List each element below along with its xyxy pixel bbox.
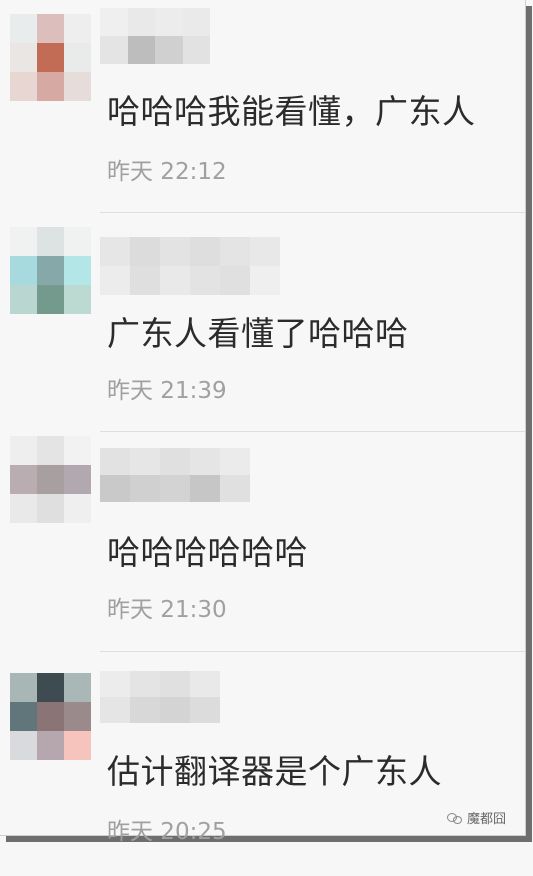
username[interactable] — [100, 8, 210, 64]
comment-time: 昨天 22:12 — [107, 159, 227, 185]
divider — [100, 431, 525, 432]
comment-text: 哈哈哈哈哈哈 — [107, 533, 308, 572]
username[interactable] — [100, 237, 280, 295]
comment-text: 哈哈哈我能看懂，广东人 — [107, 92, 476, 131]
comment-list: 哈哈哈我能看懂，广东人 昨天 22:12 广东人看懂了哈哈哈 昨天 21:39 … — [0, 0, 526, 845]
comment-item: 估计翻译器是个广东人 昨天 20:25 — [0, 657, 525, 876]
comment-time: 昨天 21:30 — [107, 597, 227, 623]
comment-item: 哈哈哈我能看懂，广东人 昨天 22:12 — [0, 0, 525, 219]
avatar[interactable] — [10, 436, 91, 523]
comment-text: 广东人看懂了哈哈哈 — [107, 314, 409, 353]
username[interactable] — [100, 671, 220, 723]
comment-item: 广东人看懂了哈哈哈 昨天 21:39 — [0, 219, 525, 438]
comment-item: 哈哈哈哈哈哈 昨天 21:30 — [0, 436, 525, 657]
avatar[interactable] — [10, 227, 91, 314]
username[interactable] — [100, 448, 250, 502]
wechat-icon — [447, 812, 463, 824]
watermark: 魔都囧 — [447, 808, 506, 827]
avatar[interactable] — [10, 14, 91, 101]
watermark-text: 魔都囧 — [467, 812, 507, 827]
comment-time: 昨天 21:39 — [107, 378, 227, 404]
comment-text: 估计翻译器是个广东人 — [107, 752, 442, 791]
divider — [100, 212, 525, 213]
divider — [100, 651, 525, 652]
avatar[interactable] — [10, 673, 91, 760]
